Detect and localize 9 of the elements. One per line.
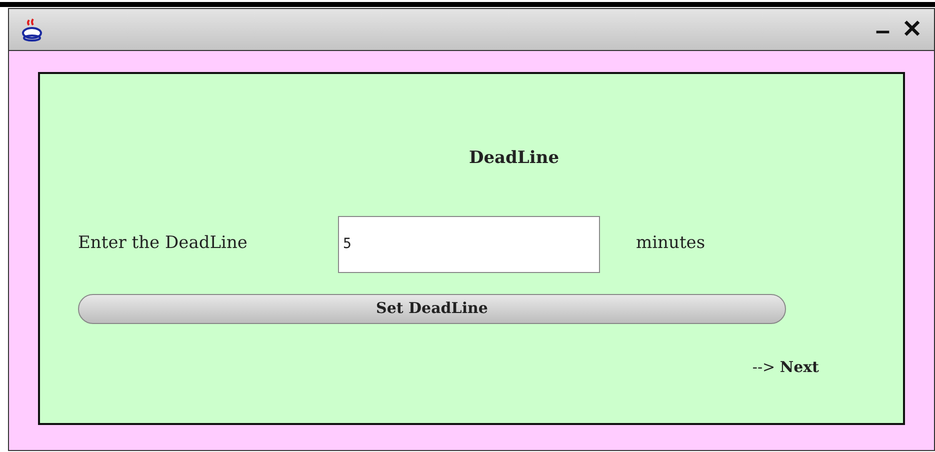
heading: DeadLine [468,147,560,170]
field-label: Enter the DeadLine [78,232,248,256]
unit-label: minutes [636,232,706,256]
close-button[interactable]: ✕ [902,18,922,42]
set-deadline-button[interactable]: Set DeadLine [78,294,786,324]
input-field[interactable]: 5 [338,216,600,272]
minimize-button[interactable]: – [876,16,890,42]
coffee-cup-icon [21,18,43,42]
next-link[interactable]: --> Next [752,356,819,378]
